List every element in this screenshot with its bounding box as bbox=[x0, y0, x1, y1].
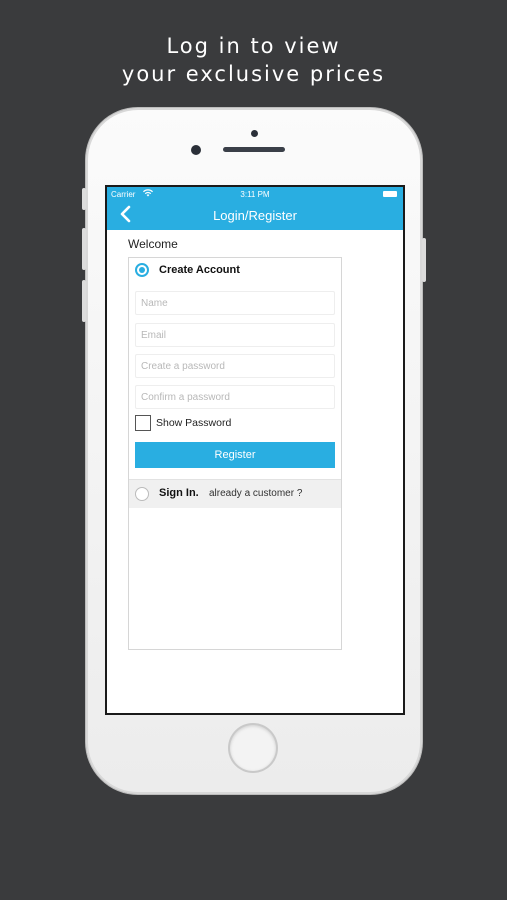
name-field[interactable] bbox=[135, 291, 335, 315]
page-title: Login/Register bbox=[213, 208, 297, 223]
sign-in-label: Sign In. bbox=[159, 487, 199, 499]
confirm-password-field[interactable] bbox=[135, 385, 335, 409]
sign-in-radio[interactable] bbox=[135, 487, 149, 501]
mute-switch bbox=[82, 188, 86, 210]
clock: 3:11 PM bbox=[240, 190, 270, 199]
show-password-label: Show Password bbox=[156, 417, 232, 429]
home-button[interactable] bbox=[230, 725, 276, 771]
create-account-label: Create Account bbox=[159, 264, 240, 276]
proximity-sensor bbox=[251, 130, 258, 137]
earpiece-speaker bbox=[223, 147, 285, 152]
volume-down-button bbox=[82, 280, 86, 322]
sign-in-option[interactable]: Sign In. already a customer ? bbox=[129, 479, 341, 508]
register-button[interactable]: Register bbox=[135, 442, 335, 468]
promo-line-2: your exclusive prices bbox=[121, 62, 386, 86]
phone-screen: Carrier 3:11 PM Login/Register Welcome C… bbox=[105, 185, 405, 715]
create-account-option[interactable]: Create Account bbox=[135, 260, 240, 280]
create-password-field[interactable] bbox=[135, 354, 335, 378]
nav-bar: Login/Register bbox=[107, 203, 403, 230]
volume-up-button bbox=[82, 228, 86, 270]
promo-line-1: Log in to view bbox=[166, 34, 341, 58]
sign-in-hint: already a customer ? bbox=[209, 488, 303, 499]
show-password-checkbox[interactable] bbox=[135, 415, 151, 431]
welcome-heading: Welcome bbox=[128, 237, 178, 251]
promo-caption: Log in to view your exclusive prices bbox=[0, 32, 507, 88]
auth-panel: Create Account Show Password Register Si… bbox=[128, 257, 342, 650]
battery-icon bbox=[383, 191, 397, 197]
show-password-row[interactable]: Show Password bbox=[135, 415, 231, 431]
power-button bbox=[422, 238, 426, 282]
email-field[interactable] bbox=[135, 323, 335, 347]
front-camera bbox=[191, 145, 201, 155]
status-bar: Carrier 3:11 PM bbox=[107, 187, 403, 203]
create-account-radio[interactable] bbox=[135, 263, 149, 277]
